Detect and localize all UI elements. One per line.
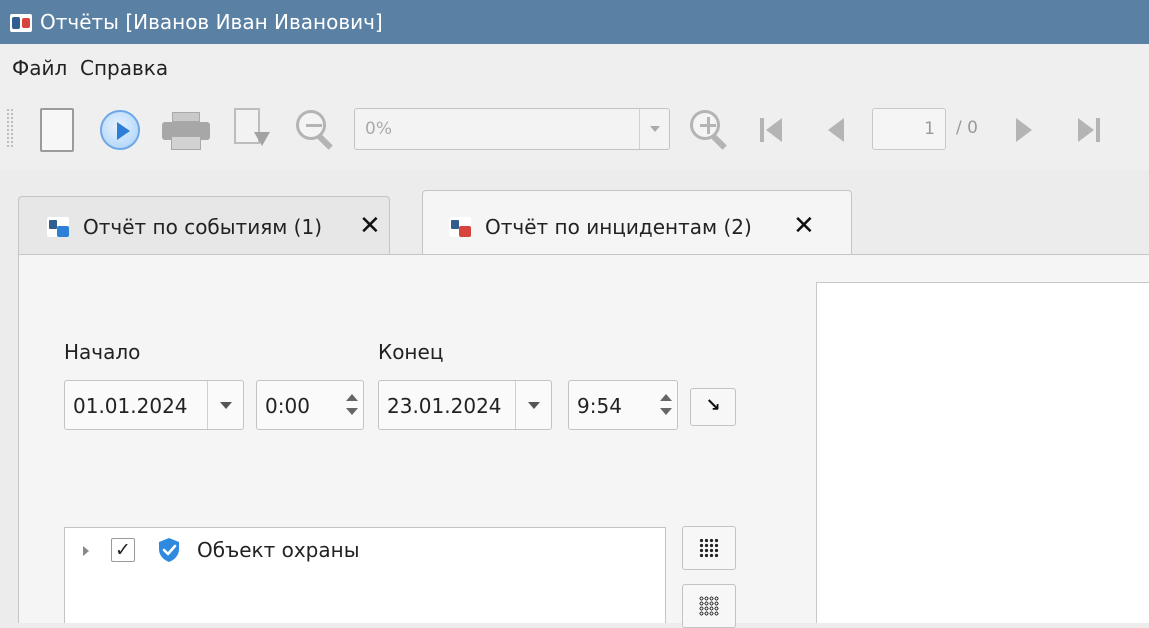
prev-page-button[interactable] — [828, 118, 850, 142]
chevron-down-icon[interactable] — [207, 381, 243, 429]
grid-outline-icon — [699, 596, 719, 616]
zoom-combobox[interactable]: 0% — [354, 108, 670, 150]
close-icon[interactable]: ✕ — [359, 211, 381, 241]
print-button[interactable] — [162, 112, 210, 150]
start-label: Начало — [64, 340, 141, 364]
window-titlebar: Отчёты [Иванов Иван Иванович] — [0, 0, 1149, 44]
page-number-input[interactable]: 1 — [872, 108, 946, 150]
zoom-out-button[interactable] — [296, 110, 336, 150]
export-button[interactable] — [234, 108, 270, 152]
printer-icon — [172, 112, 200, 122]
start-time-value: 0:00 — [265, 394, 310, 418]
start-time-field[interactable]: 0:00 — [256, 380, 364, 430]
start-date-field[interactable]: 01.01.2024 — [64, 380, 244, 430]
chevron-down-icon[interactable] — [515, 381, 551, 429]
end-label: Конец — [378, 340, 444, 364]
window-title: Отчёты [Иванов Иван Иванович] — [40, 10, 383, 34]
tab-bar: Отчёт по событиям (1) ✕ Отчёт по инциден… — [0, 170, 1149, 254]
new-report-button[interactable] — [40, 108, 74, 152]
shield-icon — [159, 538, 179, 562]
menu-bar: Файл Справка — [0, 44, 1149, 88]
app-icon — [10, 14, 32, 32]
tab-label: Отчёт по инцидентам (2) — [485, 215, 752, 239]
toolbar: 0% 1 / 0 — [0, 88, 1149, 170]
grid-icon — [699, 538, 719, 558]
object-tree[interactable]: ✓ Объект охраны — [64, 527, 666, 623]
zoom-in-button[interactable] — [690, 110, 730, 150]
page-current: 1 — [924, 119, 935, 139]
end-date-field[interactable]: 23.01.2024 — [378, 380, 552, 430]
last-page-button[interactable] — [1078, 118, 1100, 142]
toolbar-grip[interactable] — [6, 108, 14, 148]
zoom-value: 0% — [365, 119, 392, 139]
end-time-field[interactable]: 9:54 — [568, 380, 678, 430]
spin-arrows-icon[interactable] — [655, 381, 677, 429]
tab-label: Отчёт по событиям (1) — [83, 215, 323, 239]
report-preview-area[interactable] — [816, 282, 1149, 623]
end-time-value: 9:54 — [577, 394, 622, 418]
apply-period-button[interactable]: ↘ — [690, 388, 736, 426]
end-date-value: 23.01.2024 — [387, 394, 502, 418]
tab-incidents-report[interactable]: Отчёт по инцидентам (2) ✕ — [422, 190, 852, 254]
object-checkbox[interactable]: ✓ — [111, 538, 135, 562]
select-all-button[interactable] — [682, 526, 736, 570]
chevron-down-icon[interactable] — [639, 109, 669, 149]
tab-events-report[interactable]: Отчёт по событиям (1) ✕ — [18, 196, 390, 254]
events-report-icon — [47, 217, 69, 237]
spin-arrows-icon[interactable] — [341, 381, 363, 429]
deselect-all-button[interactable] — [682, 584, 736, 628]
menu-help[interactable]: Справка — [80, 56, 168, 80]
first-page-button[interactable] — [760, 118, 782, 142]
start-date-value: 01.01.2024 — [73, 394, 188, 418]
incidents-report-icon — [449, 217, 471, 237]
next-page-button[interactable] — [1016, 118, 1038, 142]
expand-arrow-icon[interactable] — [83, 546, 89, 556]
run-report-button[interactable] — [100, 110, 140, 150]
menu-file[interactable]: Файл — [12, 56, 67, 80]
close-icon[interactable]: ✕ — [793, 211, 815, 241]
tree-item-label: Объект охраны — [197, 538, 360, 562]
page-total: / 0 — [956, 118, 978, 138]
